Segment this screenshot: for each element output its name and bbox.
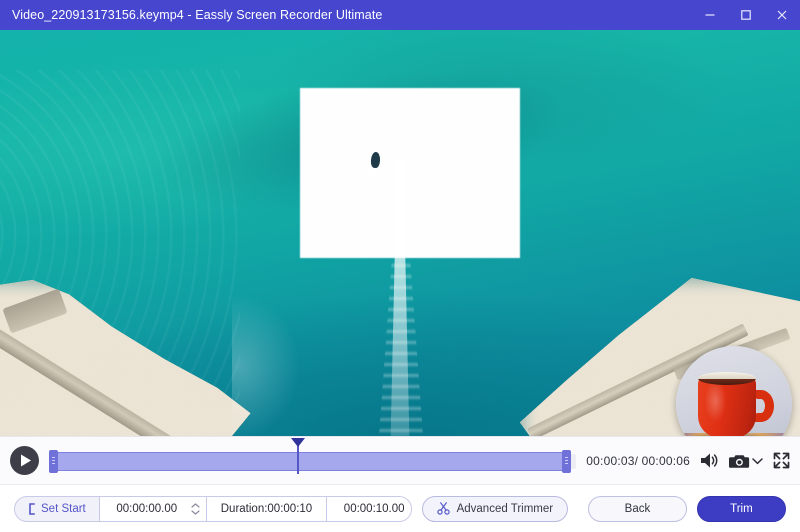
snapshot-dropdown-button[interactable] bbox=[752, 457, 763, 465]
bracket-left-icon bbox=[29, 502, 35, 515]
foam-trail bbox=[300, 88, 520, 258]
timeline-bar: 00:00:03/ 00:00:06 bbox=[0, 436, 800, 484]
play-button[interactable] bbox=[10, 446, 39, 475]
time-display: 00:00:03/ 00:00:06 bbox=[586, 453, 690, 468]
minimize-button[interactable] bbox=[692, 0, 728, 30]
advanced-trimmer-button[interactable]: Advanced Trimmer bbox=[421, 495, 569, 522]
end-time-field[interactable] bbox=[326, 496, 411, 521]
maximize-button[interactable] bbox=[728, 0, 764, 30]
trim-handle-end[interactable] bbox=[562, 449, 572, 473]
fullscreen-button[interactable] bbox=[773, 452, 790, 469]
trim-button[interactable]: Trim bbox=[696, 495, 786, 522]
maximize-icon bbox=[741, 10, 751, 20]
window-title: Video_220913173156.keymp4 - Eassly Scree… bbox=[12, 8, 383, 22]
stepper-up-icon bbox=[191, 502, 200, 508]
start-time-field[interactable] bbox=[98, 496, 207, 521]
volume-icon bbox=[701, 453, 718, 468]
start-time-input[interactable] bbox=[109, 502, 184, 515]
end-time-input[interactable] bbox=[337, 502, 411, 515]
advanced-trimmer-label: Advanced Trimmer bbox=[456, 502, 554, 515]
shore-foam bbox=[232, 292, 302, 436]
camera-icon bbox=[729, 454, 750, 468]
scissors-icon bbox=[436, 502, 450, 515]
close-button[interactable] bbox=[764, 0, 800, 30]
window-controls bbox=[692, 0, 800, 30]
track-selection[interactable] bbox=[49, 451, 572, 471]
trim-controls-bar: Set Start Duration:00:00:10 bbox=[0, 484, 800, 532]
start-time-stepper[interactable] bbox=[191, 502, 200, 515]
duration-label: Duration:00:00:10 bbox=[206, 496, 327, 521]
back-label: Back bbox=[624, 502, 651, 515]
fullscreen-icon bbox=[773, 452, 790, 469]
back-button[interactable]: Back bbox=[588, 495, 687, 522]
minimize-icon bbox=[705, 14, 715, 16]
stepper-down-icon bbox=[191, 509, 200, 515]
set-start-button[interactable]: Set Start bbox=[15, 497, 99, 521]
set-start-label: Set Start bbox=[41, 502, 86, 515]
mug-body bbox=[698, 376, 756, 436]
volume-button[interactable] bbox=[700, 452, 719, 469]
title-bar: Video_220913173156.keymp4 - Eassly Scree… bbox=[0, 0, 800, 30]
trim-label: Trim bbox=[730, 502, 753, 515]
playhead[interactable] bbox=[290, 437, 305, 474]
snapshot-group[interactable] bbox=[729, 453, 763, 469]
trim-track[interactable] bbox=[49, 437, 577, 474]
close-icon bbox=[777, 10, 787, 20]
mug-rim bbox=[698, 372, 756, 385]
chevron-down-icon bbox=[752, 457, 763, 464]
play-icon bbox=[20, 454, 31, 467]
video-preview[interactable] bbox=[0, 30, 800, 436]
trim-range-group: Set Start Duration:00:00:10 bbox=[14, 495, 412, 522]
trim-handle-start[interactable] bbox=[49, 449, 58, 473]
app-window: Video_220913173156.keymp4 - Eassly Scree… bbox=[0, 0, 800, 532]
snapshot-button[interactable] bbox=[729, 453, 750, 469]
